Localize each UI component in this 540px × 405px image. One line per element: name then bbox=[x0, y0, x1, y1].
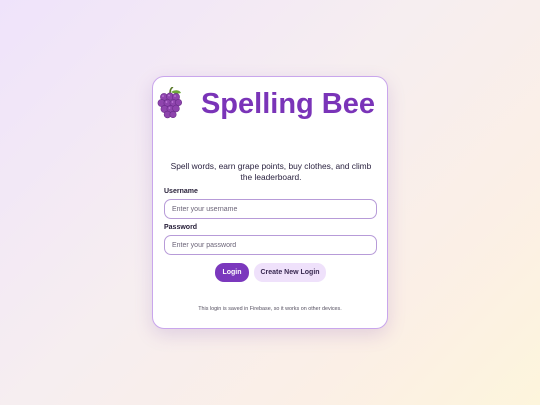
grape-icon bbox=[157, 87, 182, 119]
username-label: Username bbox=[164, 188, 198, 195]
login-button[interactable]: Login bbox=[215, 263, 249, 282]
password-label: Password bbox=[164, 224, 198, 231]
create-login-button[interactable]: Create New Login bbox=[254, 263, 326, 282]
login-card: Spelling Bee Spell words, earn grape poi… bbox=[152, 76, 388, 329]
username-input[interactable] bbox=[164, 199, 377, 219]
password-input[interactable] bbox=[164, 235, 377, 255]
page-title: Spelling Bee bbox=[200, 88, 376, 120]
storage-note: This login is saved in Firebase, so it w… bbox=[198, 306, 342, 312]
page-subtitle: Spell words, earn grape points, buy clot… bbox=[170, 161, 372, 182]
title-row: Spelling Bee bbox=[153, 87, 387, 120]
